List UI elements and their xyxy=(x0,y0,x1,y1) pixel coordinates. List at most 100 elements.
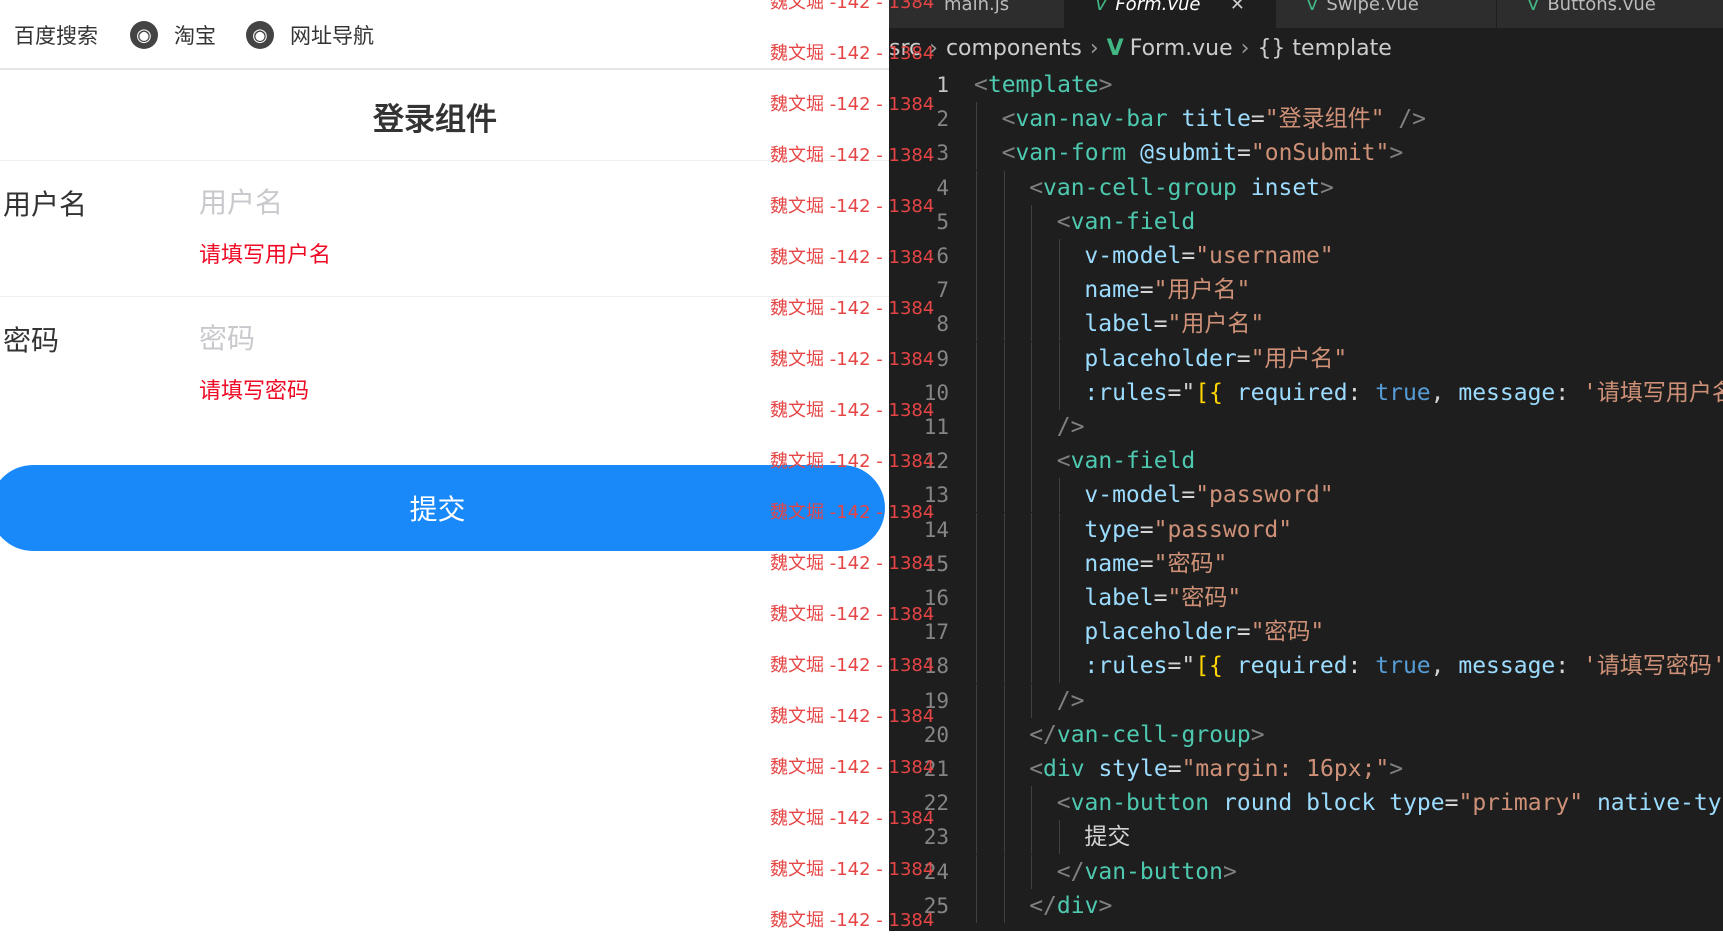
code-token: > xyxy=(1389,756,1404,782)
code-token: label xyxy=(1084,311,1154,338)
code-token: required xyxy=(1236,379,1348,406)
bookmark-label: 网址导航 xyxy=(290,24,374,48)
code-token: [{ xyxy=(1195,653,1223,680)
indent-guide xyxy=(1031,683,1033,718)
indent-guide xyxy=(976,307,977,342)
code-token: , xyxy=(1430,379,1459,406)
indent-guide xyxy=(1031,512,1033,547)
code-token: /> xyxy=(1398,106,1427,133)
code-token: round xyxy=(1223,790,1293,817)
code-token: = xyxy=(1237,140,1251,167)
code-text: label="密码" xyxy=(1084,581,1241,615)
indent-guide xyxy=(976,136,977,171)
indent-guide xyxy=(1003,786,1005,821)
indent-guide xyxy=(976,717,977,752)
line-number: 3 xyxy=(936,141,949,166)
breadcrumb-components[interactable]: components xyxy=(946,36,1082,61)
breadcrumb-template[interactable]: {} template xyxy=(1257,36,1391,61)
editor-tab-bar: main.js V Form.vue ✕ V Swipe.vue V Buttons.… xyxy=(889,0,1723,28)
code-token: = xyxy=(1444,790,1459,817)
tab-buttons-vue[interactable]: V Buttons.vue xyxy=(1497,0,1723,28)
line-number: 15 xyxy=(923,551,949,576)
bookmark-taobao[interactable]: ◉ 淘宝 xyxy=(130,20,216,50)
indent-guide xyxy=(976,410,977,444)
submit-button[interactable]: 提交 xyxy=(0,465,885,551)
indent-guide xyxy=(1003,478,1005,513)
username-field: 用户名 请填写用户名 xyxy=(0,161,889,297)
code-token: van-field xyxy=(1070,448,1196,475)
code-token: < xyxy=(1056,448,1071,475)
indent-guide xyxy=(1003,717,1005,752)
breadcrumb-src[interactable]: src xyxy=(889,36,921,61)
line-number: 17 xyxy=(923,620,949,645)
tab-label: Swipe.vue xyxy=(1326,0,1419,15)
indent-guide xyxy=(1031,341,1033,376)
tab-main-js[interactable]: main.js xyxy=(889,0,1065,28)
line-number: 1 xyxy=(936,73,949,97)
indent-guide xyxy=(1031,375,1033,410)
bookmark-navigation[interactable]: ◉ 网址导航 xyxy=(246,20,374,50)
indent-guide xyxy=(976,581,977,615)
code-token: required xyxy=(1236,653,1348,680)
code-token: = xyxy=(1181,482,1196,509)
username-error: 请填写用户名 xyxy=(199,243,332,268)
breadcrumb-file[interactable]: Form.vue xyxy=(1130,36,1233,61)
indent-guide xyxy=(976,444,977,479)
indent-guide xyxy=(1058,615,1060,650)
code-token: = xyxy=(1139,516,1154,543)
indent-guide xyxy=(1003,649,1005,684)
code-token: < xyxy=(1001,140,1016,167)
code-text: :rules="[{ required: true, message: '请填写… xyxy=(1084,649,1723,683)
indent-guide xyxy=(1058,239,1060,273)
code-token: : xyxy=(1347,653,1376,680)
bookmarks-bar: 百度搜索 ◉ 淘宝 ◉ 网址导航 xyxy=(0,0,889,70)
code-token: = xyxy=(1153,585,1168,611)
line-number: 8 xyxy=(936,312,949,337)
password-input[interactable] xyxy=(199,319,759,357)
indent-guide xyxy=(1058,581,1060,615)
code-token: "用户名" xyxy=(1167,311,1265,338)
tab-swipe-vue[interactable]: V Swipe.vue xyxy=(1276,0,1497,28)
code-text: 提交 xyxy=(1084,820,1130,854)
indent-guide xyxy=(1058,478,1060,513)
code-token: message xyxy=(1458,653,1556,680)
code-text: /> xyxy=(1057,684,1085,718)
indent-guide xyxy=(976,170,977,205)
username-input[interactable] xyxy=(199,183,759,221)
code-text: <div style="margin: 16px;"> xyxy=(1029,752,1403,786)
line-number: 7 xyxy=(936,278,949,303)
code-token: </ xyxy=(1056,858,1085,885)
code-token: title xyxy=(1181,106,1251,133)
indent-guide xyxy=(976,204,977,239)
indent-guide xyxy=(976,820,977,855)
bookmark-label: 百度搜索 xyxy=(14,24,98,48)
code-token: : xyxy=(1347,379,1376,406)
line-number: 21 xyxy=(923,757,949,781)
close-icon[interactable]: ✕ xyxy=(1230,0,1245,14)
code-token: placeholder xyxy=(1084,345,1237,372)
line-number: 11 xyxy=(923,415,949,439)
tab-form-vue[interactable]: V Form.vue ✕ xyxy=(1065,0,1276,28)
code-token: = xyxy=(1250,106,1265,133)
indent-guide xyxy=(976,752,977,786)
vue-icon: V xyxy=(1106,35,1124,61)
code-token: " xyxy=(1181,379,1196,406)
code-token: van-form xyxy=(1015,140,1127,167)
code-token: > xyxy=(1222,858,1237,885)
indent-guide xyxy=(976,273,977,308)
code-token: = xyxy=(1167,379,1182,406)
code-token: block xyxy=(1306,790,1376,817)
indent-guide xyxy=(1003,273,1005,308)
code-token: style xyxy=(1098,756,1168,782)
code-area[interactable]: 1 <template> 2 <van-nav-bar title="登录组件" />… xyxy=(889,68,1723,931)
indent-guide xyxy=(1003,375,1005,410)
code-token: van-cell-group xyxy=(1056,721,1251,748)
code-token: v-model xyxy=(1084,243,1182,269)
indent-guide xyxy=(976,102,977,137)
indent-guide xyxy=(1003,204,1005,239)
tab-label: Form.vue xyxy=(1115,0,1201,15)
bookmark-baidu[interactable]: 百度搜索 xyxy=(14,20,98,50)
